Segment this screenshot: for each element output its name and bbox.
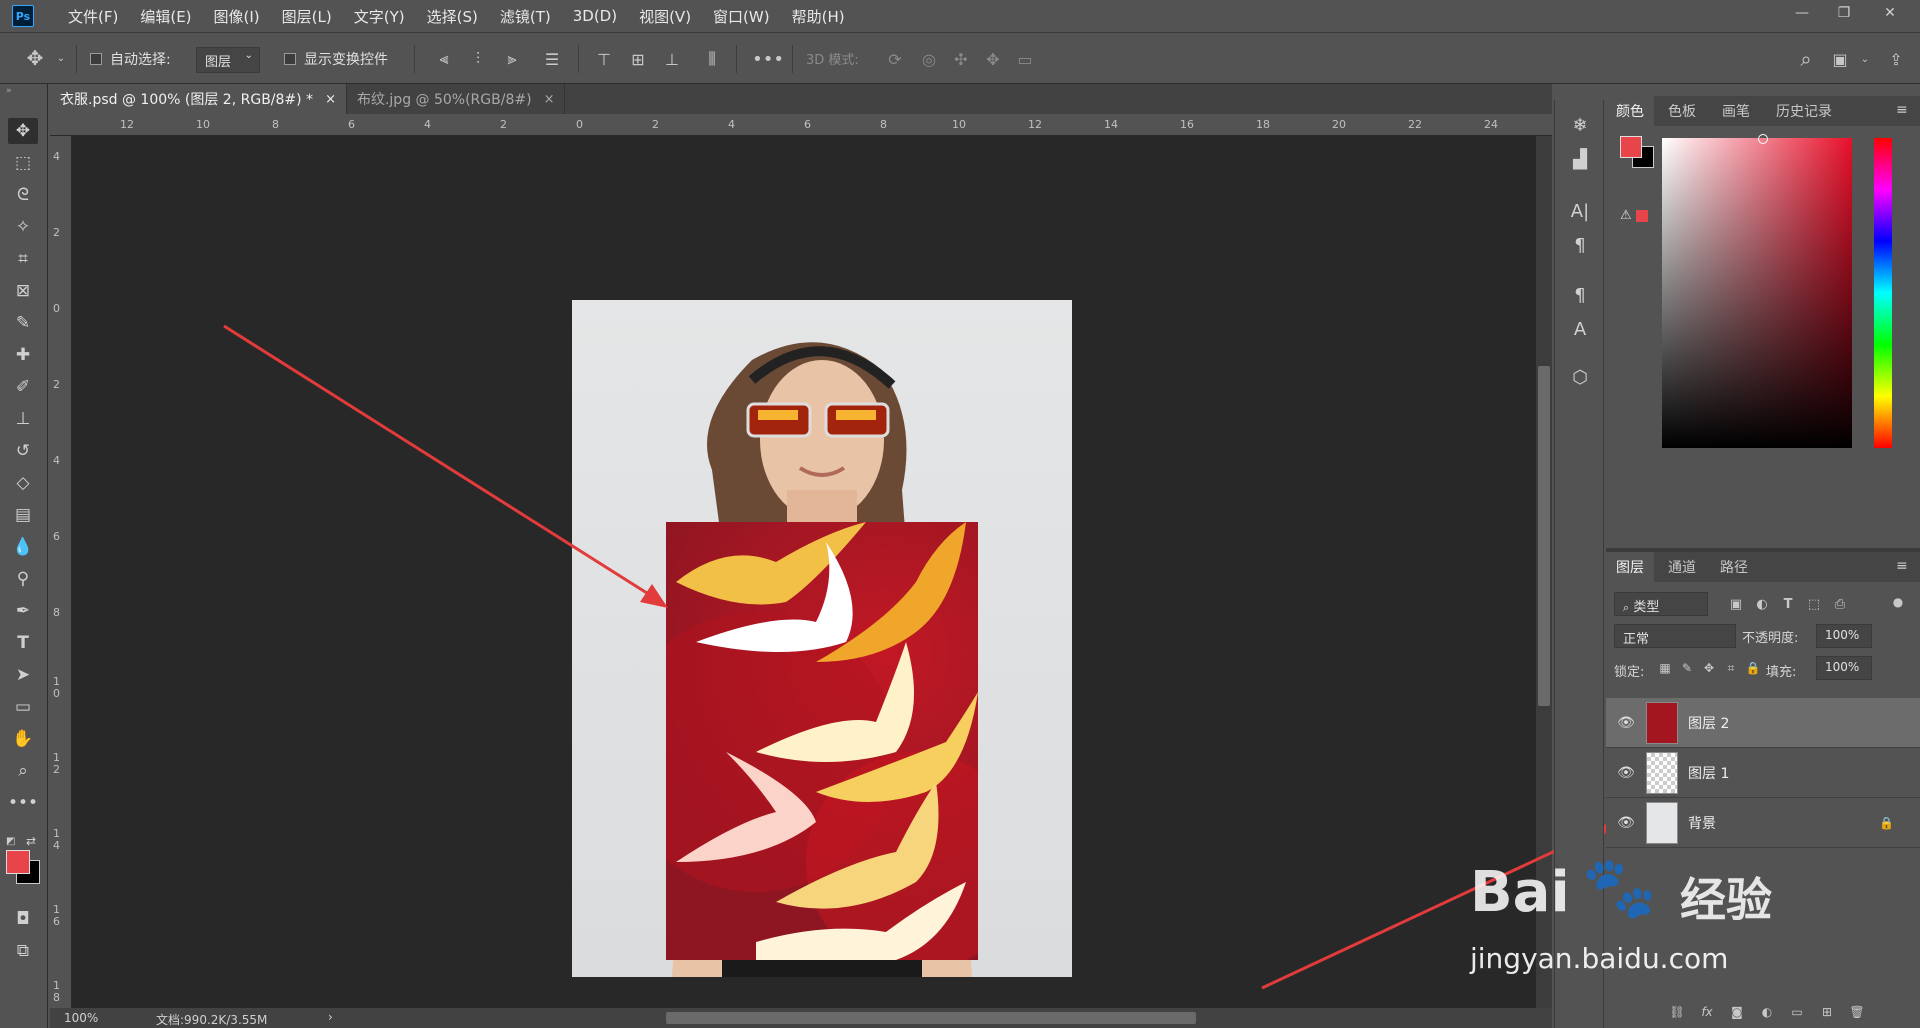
layer-thumbnail: [1646, 801, 1678, 844]
tab-brushes[interactable]: 画笔: [1712, 96, 1760, 126]
layer-row-layer2[interactable]: 👁 图层 2: [1606, 698, 1920, 748]
delete-layer-icon[interactable]: 🗑: [1846, 1002, 1868, 1022]
lock-icon: 🔒: [1879, 815, 1894, 830]
lock-pixels-icon[interactable]: ✎: [1678, 658, 1696, 678]
filter-shape-icon[interactable]: ⬚: [1804, 594, 1824, 614]
paragraph-icon[interactable]: ¶: [1567, 232, 1593, 258]
link-layers-icon[interactable]: ⛓: [1666, 1002, 1688, 1022]
tab-paths[interactable]: 路径: [1710, 552, 1758, 582]
filter-image-icon[interactable]: ▣: [1726, 594, 1746, 614]
arrow-head-icon: [640, 584, 668, 608]
layer-thumbnail: [1646, 701, 1678, 744]
search-icon: ⌕: [1623, 601, 1630, 614]
filter-adjustment-icon[interactable]: ◐: [1752, 594, 1772, 614]
3d-cube-icon[interactable]: ⬡: [1567, 364, 1593, 390]
status-arrow-icon[interactable]: ›: [328, 1010, 333, 1024]
color-field[interactable]: [1662, 138, 1852, 448]
watermark-brand: Bai: [1470, 860, 1570, 925]
color-picker-handle[interactable]: [1758, 134, 1768, 144]
gamut-color-swatch[interactable]: [1636, 210, 1648, 222]
tab-channels[interactable]: 通道: [1658, 552, 1706, 582]
layer-name: 图层 1: [1688, 765, 1730, 782]
lock-artboard-icon[interactable]: ⌗: [1722, 658, 1740, 678]
color-panel: 颜色 色板 画笔 历史记录 ≡ ⚠: [1606, 96, 1920, 548]
panel-menu-icon[interactable]: ≡: [1896, 558, 1908, 574]
layer-filter-value: 类型: [1633, 600, 1660, 615]
tab-swatches[interactable]: 色板: [1658, 96, 1706, 126]
foreground-color-swatch[interactable]: [1620, 136, 1642, 158]
add-mask-icon[interactable]: ◙: [1726, 1002, 1748, 1022]
layer-row-background[interactable]: 👁 背景 🔒: [1606, 798, 1920, 848]
character-icon[interactable]: A|: [1567, 198, 1593, 224]
zoom-level[interactable]: 100%: [64, 1011, 98, 1025]
filter-smart-object-icon[interactable]: ⎙: [1830, 594, 1850, 614]
fill-value: 100%: [1825, 660, 1860, 674]
adjustment-layer-icon[interactable]: ◐: [1756, 1002, 1778, 1022]
lock-transparency-icon[interactable]: ▦: [1656, 658, 1674, 678]
warning-icon: ⚠: [1620, 208, 1632, 223]
tab-history[interactable]: 历史记录: [1766, 96, 1842, 126]
tab-color[interactable]: 颜色: [1606, 96, 1654, 126]
eye-icon[interactable]: 👁: [1606, 815, 1646, 831]
fx-icon[interactable]: fx: [1696, 1002, 1718, 1022]
new-layer-icon[interactable]: ⊞: [1816, 1002, 1838, 1022]
document-size: 文档:990.2K/3.55M: [156, 1013, 268, 1027]
opacity-value: 100%: [1825, 628, 1860, 642]
fill-label: 填充:: [1766, 665, 1797, 680]
baidu-watermark: Bai 🐾 经验 jingyan.baidu.com: [1470, 850, 1830, 990]
opacity-label: 不透明度:: [1742, 631, 1799, 646]
lock-label: 锁定:: [1614, 665, 1645, 680]
paragraph-styles-icon[interactable]: ¶: [1567, 282, 1593, 308]
histogram-icon[interactable]: ▟: [1567, 146, 1593, 172]
tab-layers[interactable]: 图层: [1606, 552, 1654, 582]
fill-input[interactable]: 100%: [1816, 656, 1872, 680]
navigator-icon[interactable]: ❄: [1567, 112, 1593, 138]
hue-slider[interactable]: [1874, 138, 1892, 448]
layer-filter-dropdown[interactable]: ⌕ 类型: [1614, 592, 1708, 616]
watermark-url: jingyan.baidu.com: [1470, 942, 1729, 975]
opacity-input[interactable]: 100%: [1816, 624, 1872, 648]
character-styles-icon[interactable]: A: [1567, 316, 1593, 342]
layer-row-layer1[interactable]: 👁 图层 1: [1606, 748, 1920, 798]
filter-type-icon[interactable]: T: [1778, 594, 1798, 614]
horizontal-scroll-thumb[interactable]: [666, 1012, 1196, 1024]
watermark-brand-cn: 经验: [1680, 873, 1772, 927]
lock-all-icon[interactable]: 🔒: [1744, 658, 1762, 678]
layer-name: 图层 2: [1688, 715, 1730, 732]
eye-icon[interactable]: 👁: [1606, 715, 1646, 731]
layer-name: 背景: [1688, 815, 1716, 832]
blend-mode-dropdown[interactable]: 正常: [1614, 624, 1736, 648]
new-group-icon[interactable]: ▭: [1786, 1002, 1808, 1022]
paw-icon: 🐾: [1582, 853, 1657, 923]
filter-toggle-icon[interactable]: ●: [1888, 592, 1908, 612]
panel-menu-icon[interactable]: ≡: [1896, 102, 1908, 118]
lock-position-icon[interactable]: ✥: [1700, 658, 1718, 678]
eye-icon[interactable]: 👁: [1606, 765, 1646, 781]
arrow-line-to-fabric: [223, 324, 659, 602]
layer-thumbnail: [1646, 751, 1678, 794]
blend-mode-value: 正常: [1623, 632, 1650, 647]
